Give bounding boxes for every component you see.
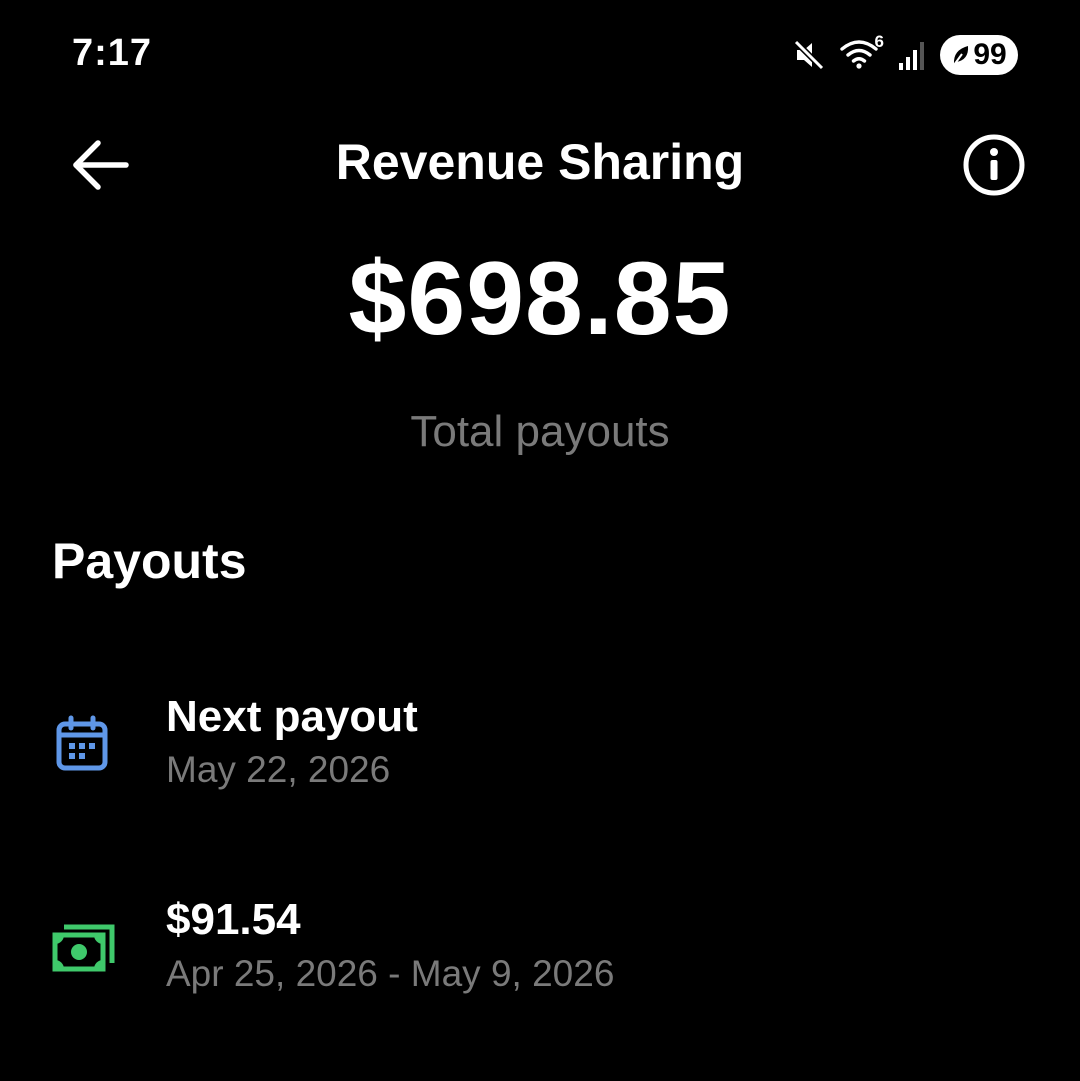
status-icons: 6 99 [792,32,1018,76]
battery-saver-leaf-icon [953,46,969,66]
status-bar: 7:17 6 99 [0,0,1080,110]
status-time: 7:17 [72,32,153,74]
next-payout-row[interactable]: Next payout May 22, 2026 [0,680,1080,820]
page-title: Revenue Sharing [335,134,745,190]
info-button[interactable] [960,131,1028,199]
app-header: Revenue Sharing [0,115,1080,215]
next-payout-title: Next payout [166,692,418,741]
payout-amount: $91.54 [166,895,301,944]
wifi-generation-label: 6 [874,32,884,51]
money-icon [52,919,116,980]
wifi-icon: 6 [840,32,884,72]
battery-level: 99 [973,38,1007,71]
payouts-section-title: Payouts [52,533,247,589]
payout-period: Apr 25, 2026 - May 9, 2026 [166,953,615,994]
mute-icon [792,38,826,72]
total-payouts-amount: $698.85 [348,241,732,357]
payout-history-row[interactable]: $91.54 Apr 25, 2026 - May 9, 2026 [0,885,1080,1025]
next-payout-date: May 22, 2026 [166,749,391,790]
signal-icon [898,39,926,71]
battery-icon: 99 [940,35,1018,75]
info-icon [963,134,1025,196]
total-payouts-label: Total payouts [410,407,670,456]
calendar-icon [52,714,112,779]
